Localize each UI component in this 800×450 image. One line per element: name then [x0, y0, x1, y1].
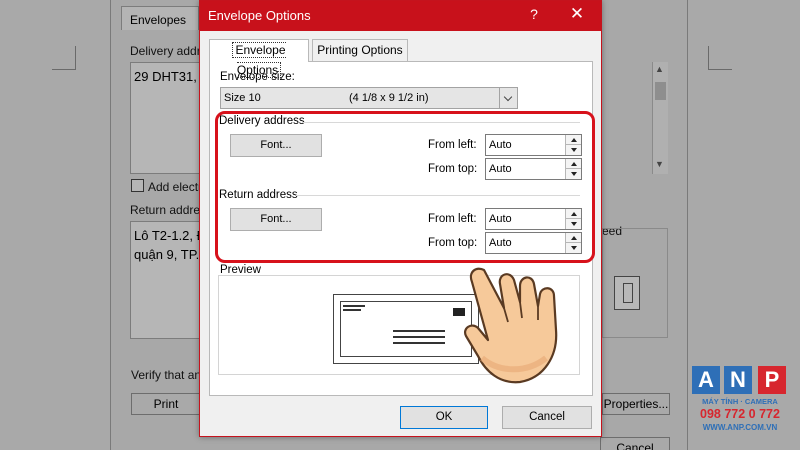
return-address-textbox[interactable]: Lô T2-1.2, Đ quận 9, TP.H — [130, 221, 200, 339]
tab-label: Envelope Options — [232, 42, 286, 78]
title-bar: Envelope Options ? ✕ — [200, 1, 601, 31]
cancel-button[interactable]: Cancel — [502, 406, 592, 429]
anp-logo: A N P MÁY TÍNH · CAMERA 098 772 0 772 WW… — [690, 366, 790, 440]
return-address-line-mark — [343, 309, 361, 311]
envelope-size-select[interactable]: Size 10 (4 1/8 x 9 1/2 in) — [220, 87, 518, 109]
print-button[interactable]: Print — [131, 393, 201, 415]
logo-tagline: MÁY TÍNH · CAMERA — [702, 397, 778, 406]
help-icon[interactable]: ? — [524, 6, 544, 22]
highlight-frame — [215, 111, 595, 263]
ok-button[interactable]: OK — [400, 406, 488, 429]
scroll-up-icon[interactable]: ▲ — [655, 64, 664, 74]
return-address-label: Return addres — [130, 203, 207, 217]
logo-letter: A — [692, 366, 720, 394]
scroll-thumb[interactable] — [655, 82, 666, 100]
envelope-size-dimensions: (4 1/8 x 9 1/2 in) — [349, 92, 429, 104]
tab-envelope-options[interactable]: Envelope Options — [209, 39, 309, 78]
pointing-hand-icon — [464, 267, 558, 384]
dialog-title: Envelope Options — [208, 8, 311, 23]
logo-website: WWW.ANP.COM.VN — [702, 423, 778, 432]
page-corner-mark-right — [708, 46, 732, 70]
delivery-address-label: Delivery addre — [130, 44, 208, 58]
feed-icon — [614, 276, 640, 310]
delivery-address-scrollbar[interactable]: ▲ ▼ — [652, 62, 668, 174]
properties-button[interactable]: Properties... — [602, 393, 670, 415]
logo-phone: 098 772 0 772 — [700, 407, 780, 421]
tab-label: Printing Options — [317, 43, 403, 57]
delivery-address-textbox[interactable]: 29 DHT31, — [130, 62, 200, 174]
close-icon[interactable]: ✕ — [566, 4, 588, 24]
logo-letter: P — [758, 366, 786, 394]
delivery-address-line-mark — [393, 330, 445, 332]
tab-envelopes[interactable]: Envelopes — [121, 6, 199, 30]
chevron-down-icon[interactable] — [499, 88, 517, 108]
return-address-line-mark — [343, 305, 365, 307]
tab-printing-options[interactable]: Printing Options — [312, 39, 408, 61]
logo-letters: A N P — [690, 366, 790, 396]
page-corner-mark-left — [52, 46, 76, 70]
return-address-line: Lô T2-1.2, Đ — [134, 228, 200, 243]
background-cancel-button[interactable]: Cancel — [600, 437, 670, 450]
delivery-address-line-mark — [393, 342, 445, 344]
add-electronic-postage-checkbox[interactable] — [131, 179, 144, 192]
envelope-size-value: Size 10 — [224, 92, 261, 104]
delivery-address-line-mark — [393, 336, 445, 338]
scroll-down-icon[interactable]: ▼ — [655, 159, 664, 169]
return-address-line: quận 9, TP.H — [134, 247, 200, 262]
logo-letter: N — [724, 366, 752, 394]
